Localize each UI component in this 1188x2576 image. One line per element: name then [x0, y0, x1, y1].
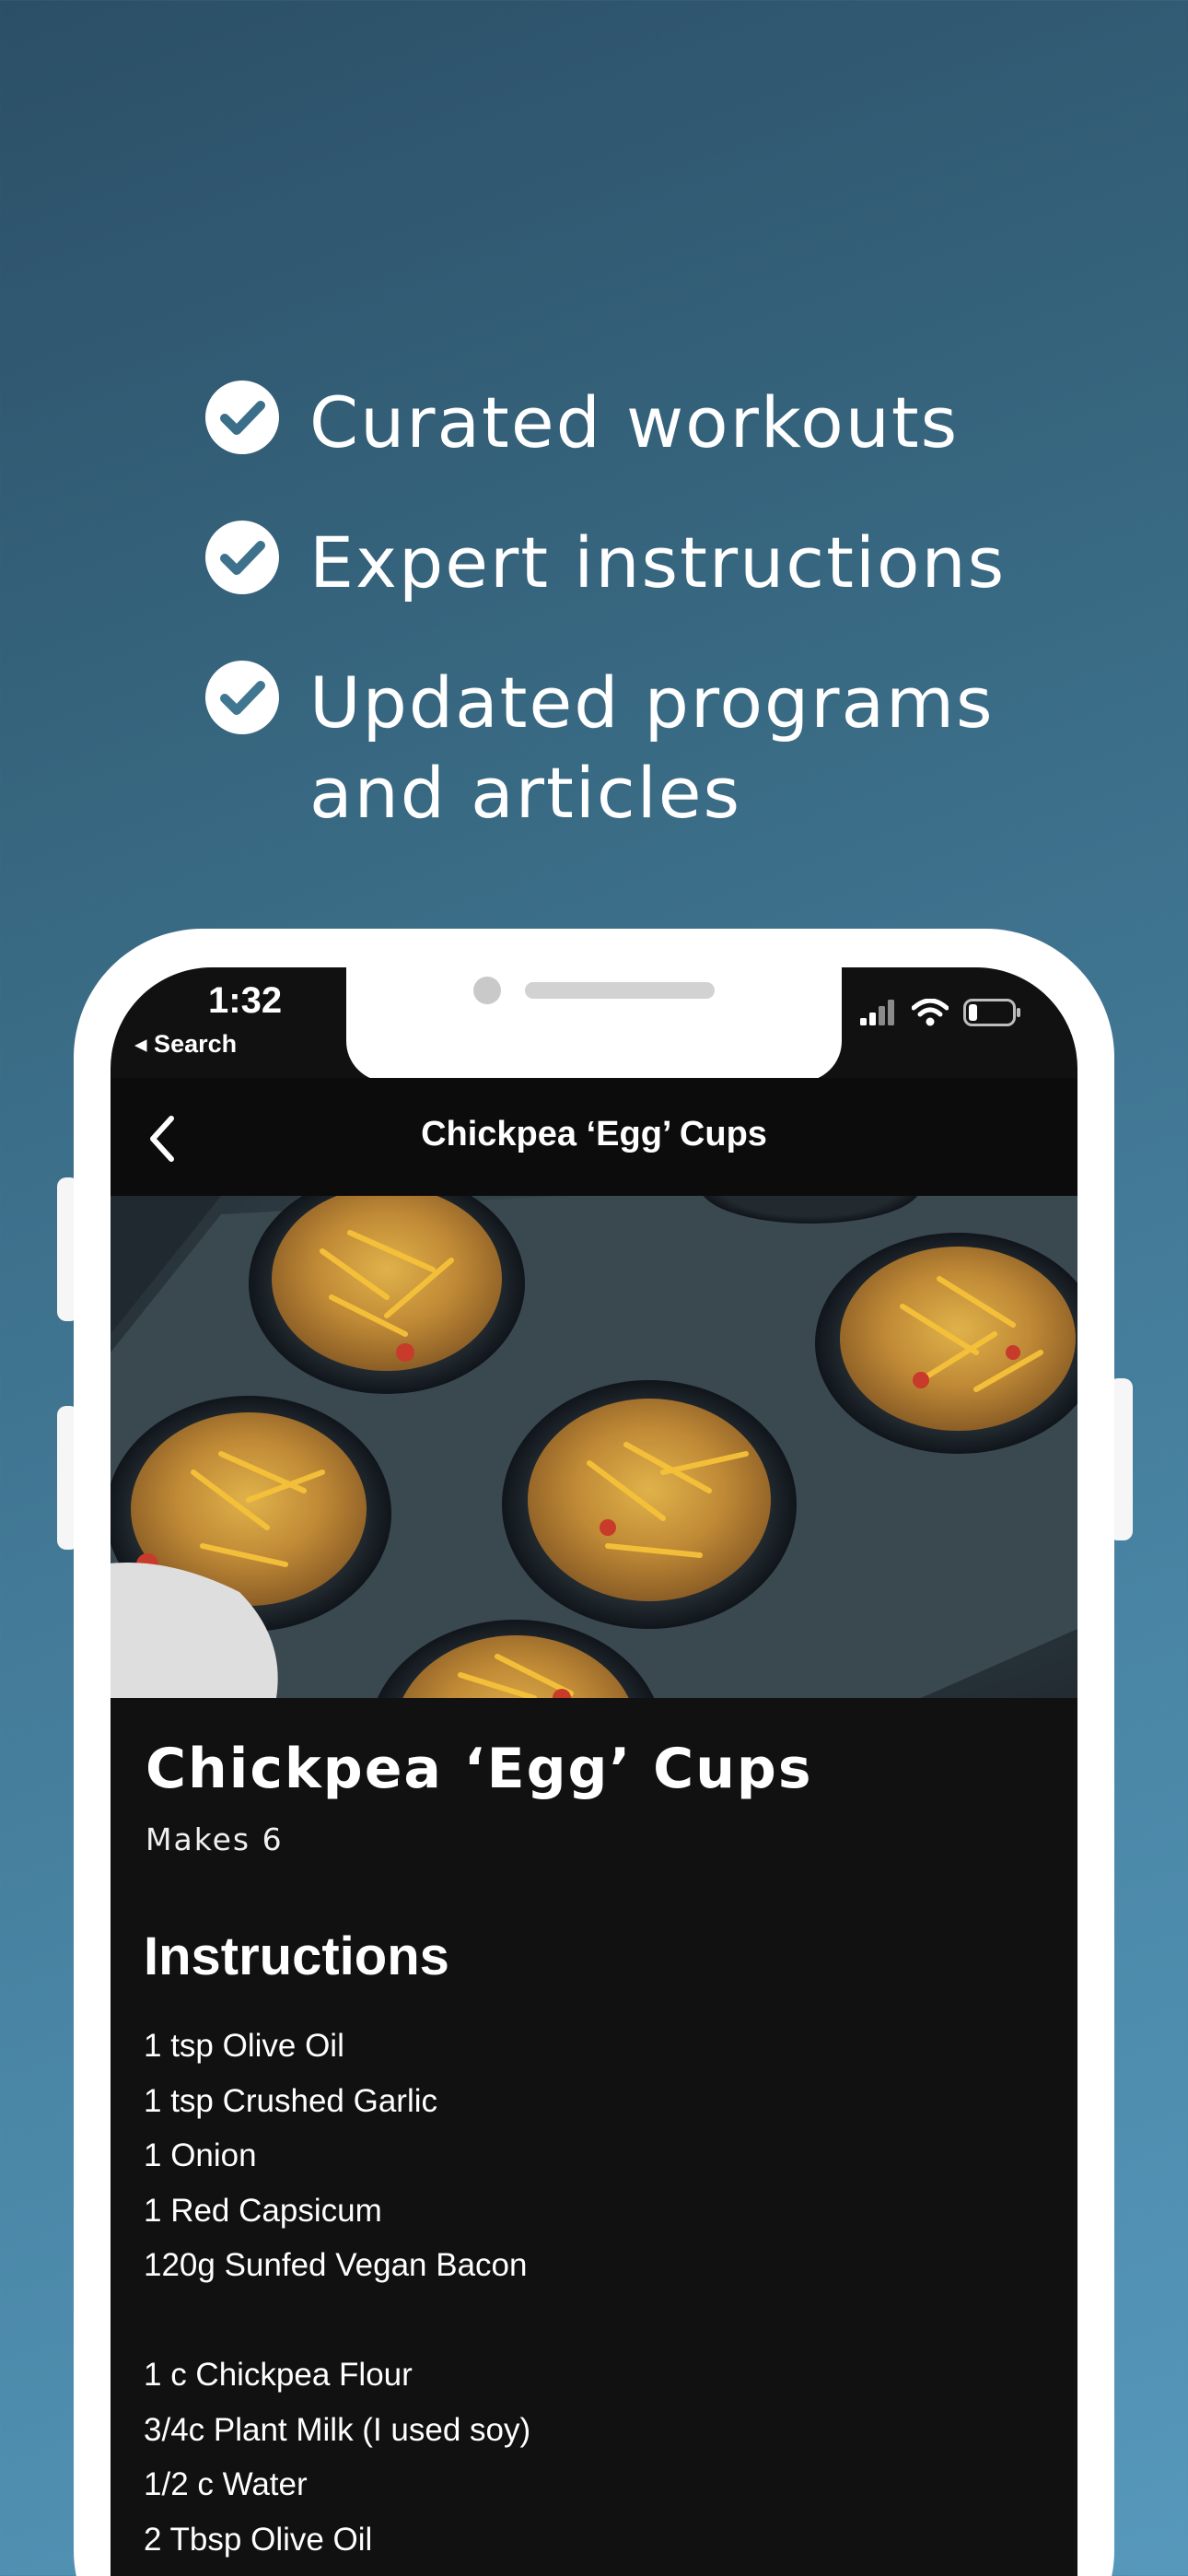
check-circle-icon	[205, 521, 279, 594]
camera-icon	[473, 977, 501, 1004]
status-time: 1:32	[208, 980, 283, 1021]
list-item: 2 Tbsp Olive Oil	[144, 2521, 373, 2558]
feature-item: Updated programs and articles	[204, 658, 1033, 838]
check-circle-icon	[205, 381, 279, 454]
recipe-content: Chickpea ‘Egg’ Cups Makes 6 Instructions…	[111, 1698, 1077, 2567]
status-back-to-search[interactable]: ◂ Search	[134, 1030, 237, 1059]
nav-title: Chickpea ‘Egg’ Cups	[421, 1115, 767, 1153]
list-item: 1 tsp Olive Oil	[144, 2028, 344, 2064]
recipe-title: Chickpea ‘Egg’ Cups	[146, 1737, 813, 1801]
speaker-icon	[525, 982, 715, 999]
feature-item: Curated workouts	[204, 378, 1033, 468]
phone-notch	[346, 967, 842, 1082]
feature-text: Expert instructions	[309, 521, 1007, 603]
list-item: 1/2 c Water	[144, 2466, 308, 2502]
instructions-heading: Instructions	[144, 1926, 449, 1986]
feature-list: Curated workouts Expert instructions Upd…	[204, 378, 1033, 888]
feature-text: Curated workouts	[309, 381, 960, 463]
feature-item: Expert instructions	[204, 518, 1033, 608]
phone-screen: 1:32 ◂ Search Chickpea ‘Egg’ Cups Chickp…	[111, 967, 1077, 2576]
list-item: 1 c Chickpea Flour	[144, 2357, 413, 2393]
list-item: 120g Sunfed Vegan Bacon	[144, 2247, 528, 2283]
ingredient-list: 1 tsp Olive Oil 1 tsp Crushed Garlic 1 O…	[144, 2019, 1044, 2567]
signal-icon	[860, 1000, 894, 1025]
recipe-hero-image	[111, 1196, 1077, 1698]
list-item: 3/4c Plant Milk (I used soy)	[144, 2411, 531, 2448]
navigation-bar: Chickpea ‘Egg’ Cups	[111, 1078, 1077, 1196]
wifi-icon	[912, 999, 949, 1026]
list-item: 1 tsp Crushed Garlic	[144, 2082, 438, 2119]
list-item: 1 Onion	[144, 2137, 257, 2173]
feature-text: Updated programs and articles	[309, 662, 995, 834]
muffin-tray-illustration	[111, 1196, 1077, 1698]
list-item: 1 Red Capsicum	[144, 2192, 382, 2229]
status-icons	[860, 999, 1022, 1026]
recipe-yield: Makes 6	[146, 1821, 284, 1857]
check-circle-icon	[205, 661, 279, 734]
battery-icon	[963, 999, 1020, 1026]
